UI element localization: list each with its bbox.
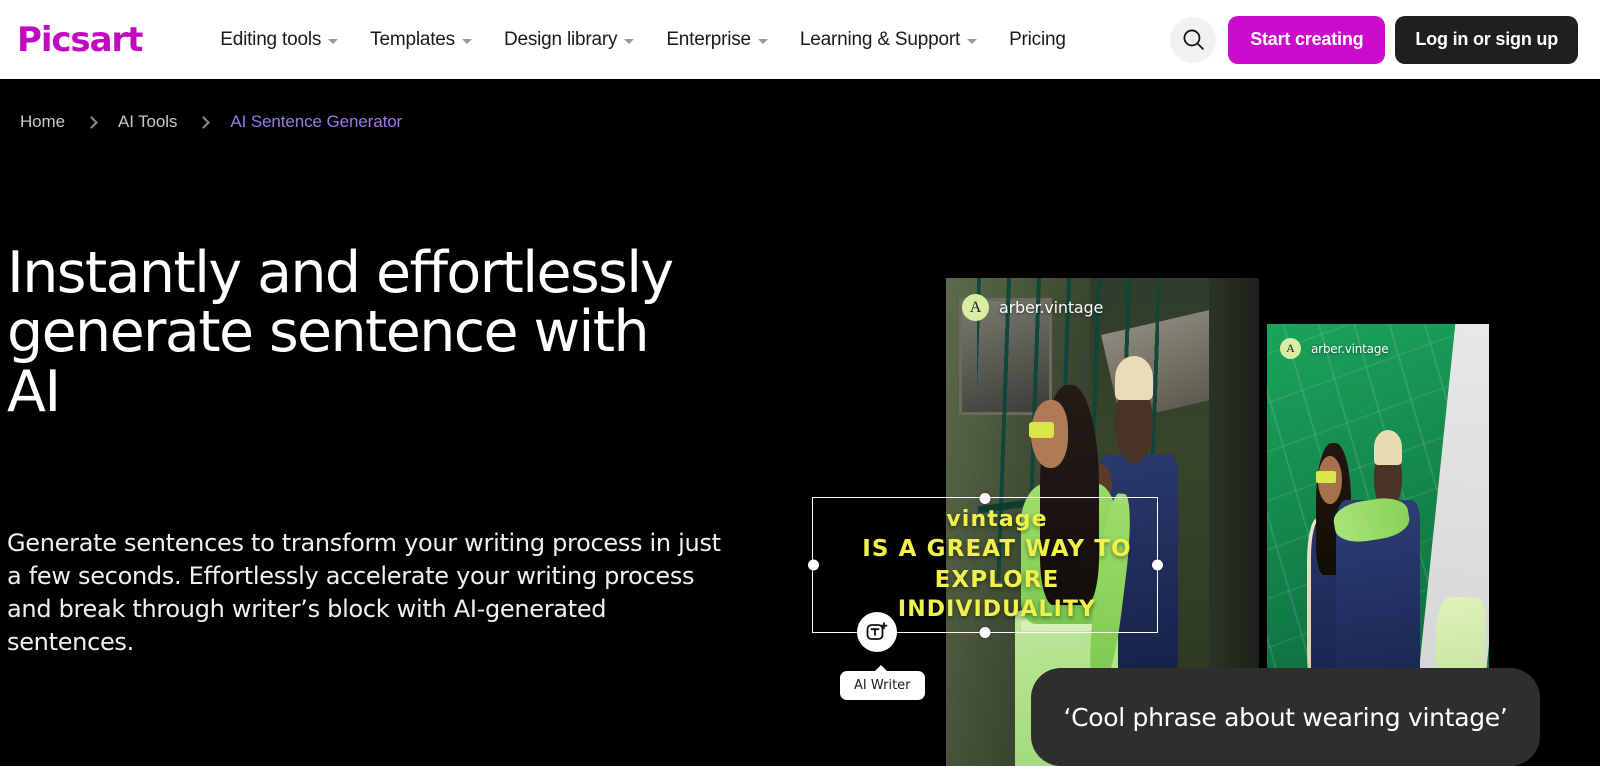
breadcrumb-item-home[interactable]: Home [20,112,65,132]
main-navigation: Editing tools Templates Design library E… [204,20,1082,60]
ai-writer-tooltip: AI Writer [840,665,925,700]
resize-handle-bottom[interactable] [979,626,991,638]
page-root: Picsart Editing tools Templates Design l… [0,0,1600,766]
nav-label: Enterprise [666,28,751,50]
generated-phrase-pill: ‘Cool phrase about wearing vintage’ [1031,668,1540,766]
instagram-handle: arber.vintage [1311,341,1389,356]
photo-sunglasses [1028,421,1054,438]
instagram-handle: arber.vintage [999,298,1104,317]
photo-person2-hair [1115,356,1153,400]
instagram-handle-row-front: A arber.vintage [962,294,1103,321]
chevron-down-icon [461,38,472,44]
chevron-down-icon [967,38,978,44]
text-selection-box[interactable]: vintage IS A GREAT WAY TO EXPLORE INDIVI… [807,492,1163,638]
resize-handle-top[interactable] [979,492,991,504]
site-header: Picsart Editing tools Templates Design l… [0,0,1600,79]
search-icon [1183,29,1204,50]
resize-handle-left[interactable] [807,559,819,571]
chevron-right-icon [197,115,211,129]
breadcrumb: Home AI Tools AI Sentence Generator [20,112,402,132]
nav-label: Design library [503,28,618,50]
chevron-right-icon [85,115,98,129]
nav-label: Templates [370,28,455,50]
page-title-line-2: generate sentence with AI [7,299,650,425]
login-signup-button[interactable]: Log in or sign up [1395,15,1578,64]
avatar: A [1280,338,1301,359]
nav-item-enterprise[interactable]: Enterprise [650,20,784,60]
chevron-down-icon [757,38,768,44]
start-creating-button[interactable]: Start creating [1228,15,1386,64]
picsart-logo[interactable]: Picsart [17,23,143,57]
avatar: A [962,294,989,321]
nav-item-learning-support[interactable]: Learning & Support [784,20,993,60]
photo-person2-hair [1373,429,1403,465]
chevron-down-icon [624,38,635,44]
photo-sunglasses [1315,471,1336,483]
page-title-line-1: Instantly and effortlessly [7,240,674,306]
instagram-handle-row-back: A arber.vintage [1280,338,1389,359]
search-button[interactable] [1170,16,1217,63]
header-actions: Start creating Log in or sign up [1170,15,1600,64]
chevron-down-icon [328,38,339,44]
nav-item-editing-tools[interactable]: Editing tools [204,20,354,60]
nav-label: Pricing [1009,28,1066,50]
ai-text-add-icon [866,622,888,640]
ai-writer-button[interactable] [857,612,897,652]
breadcrumb-item-ai-tools[interactable]: AI Tools [118,112,177,132]
nav-label: Editing tools [220,28,322,50]
overlay-text-line-2: IS A GREAT WAY TO EXPLORE [862,536,1132,593]
overlay-text-line-1: vintage [946,507,1048,533]
page-title: Instantly and effortlessly generate sent… [7,243,707,425]
resize-handle-right[interactable] [1151,559,1163,571]
nav-label: Learning & Support [799,28,961,50]
nav-item-templates[interactable]: Templates [354,20,488,60]
overlay-text-block: vintage IS A GREAT WAY TO EXPLORE INDIVI… [807,505,1187,625]
breadcrumb-item-current: AI Sentence Generator [230,112,403,131]
generated-phrase-text: ‘Cool phrase about wearing vintage’ [1063,702,1508,732]
page-description: Generate sentences to transform your wri… [7,529,721,656]
nav-item-design-library[interactable]: Design library [488,20,650,60]
nav-item-pricing[interactable]: Pricing [993,20,1082,60]
